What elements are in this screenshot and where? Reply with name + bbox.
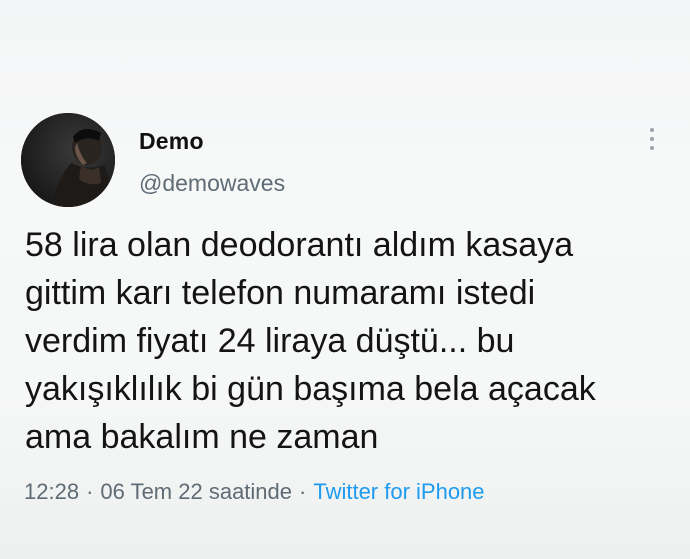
more-dot — [650, 137, 654, 141]
separator: · — [299, 479, 307, 504]
more-dot — [650, 146, 654, 150]
tweet-text: 58 lira olan deodorantı aldım kasaya git… — [25, 226, 596, 456]
tweet-source-link[interactable]: Twitter for iPhone — [313, 479, 484, 504]
separator: · — [86, 479, 94, 504]
avatar-photo-icon — [21, 113, 115, 207]
tweet-card: Demo @demowaves 58 lira olan deodorantı … — [0, 0, 690, 559]
author-handle[interactable]: @demowaves — [139, 170, 285, 197]
author-display-name[interactable]: Demo — [139, 128, 204, 155]
avatar[interactable] — [21, 113, 115, 207]
tweet-time[interactable]: 12:28 — [24, 479, 79, 504]
tweet-metadata: 12:28 · 06 Tem 22 saatinde · Twitter for iPh… — [24, 479, 485, 505]
more-dot — [650, 128, 654, 132]
tweet-date[interactable]: 06 Tem 22 saatinde — [100, 479, 292, 504]
more-options-icon[interactable] — [646, 128, 658, 156]
